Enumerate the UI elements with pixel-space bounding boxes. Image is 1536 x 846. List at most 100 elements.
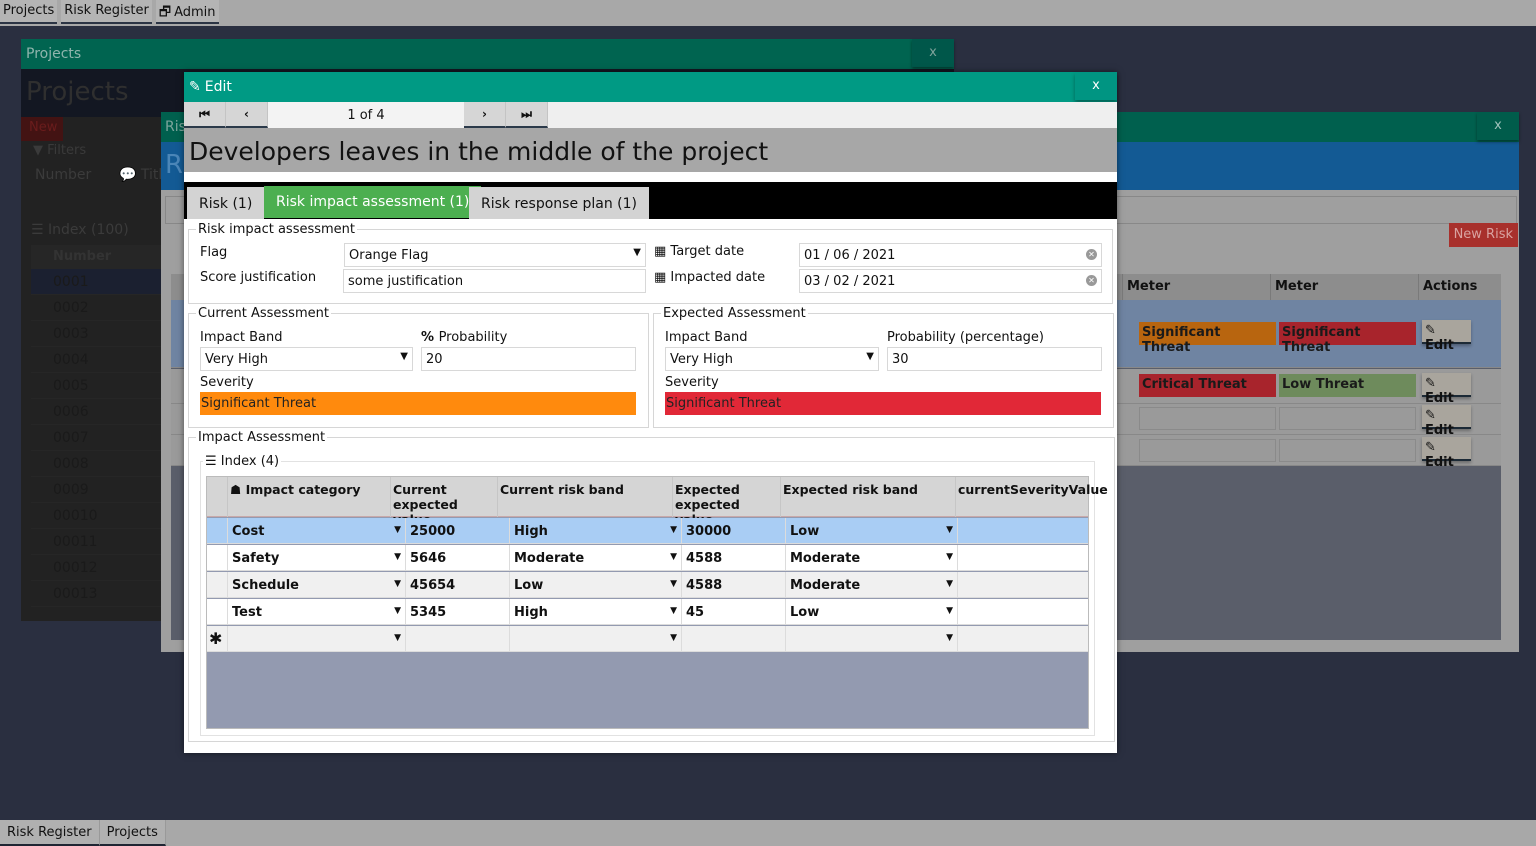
column-current-severity-value[interactable]: currentSeverityValue xyxy=(956,477,1108,517)
severity-cell[interactable] xyxy=(958,599,1088,625)
projects-window-titlebar[interactable]: Projects x xyxy=(21,39,954,69)
row-selector[interactable] xyxy=(207,572,228,598)
table-row[interactable]: 0004 xyxy=(31,347,171,373)
projects-close-button[interactable]: x xyxy=(912,39,954,67)
impact-category-cell[interactable]: Test ▼ xyxy=(228,599,406,625)
next-record-button[interactable]: › xyxy=(464,102,506,128)
expected-value-cell[interactable] xyxy=(682,626,786,652)
clear-icon[interactable]: ✕ xyxy=(1086,275,1097,286)
expected-band-cell[interactable]: ▼ xyxy=(786,626,958,652)
expected-probability-input[interactable]: 30 xyxy=(887,347,1102,371)
table-row[interactable]: 0009 xyxy=(31,477,171,503)
bottom-tab-risk-register[interactable]: Risk Register xyxy=(0,820,100,846)
caret-down-icon: ▼ xyxy=(394,525,401,535)
expected-band-cell[interactable]: Moderate ▼ xyxy=(786,572,958,598)
column-expected-expected-value[interactable]: Expected expected value xyxy=(673,477,781,527)
tab-risk[interactable]: Risk (1) xyxy=(187,187,265,219)
filters-toggle[interactable]: ▼ Filters xyxy=(33,143,86,158)
previous-record-button[interactable]: ‹ xyxy=(226,102,268,128)
tab-risk-impact-assessment[interactable]: Risk impact assessment (1) xyxy=(264,186,482,218)
impact-category-cell[interactable]: ▼ xyxy=(228,626,406,652)
column-expected-risk-band[interactable]: Expected risk band xyxy=(781,477,956,517)
table-row[interactable]: 0002 xyxy=(31,295,171,321)
expected-impact-band-select[interactable]: Very High ▼ xyxy=(665,347,879,371)
table-row[interactable]: 0008 xyxy=(31,451,171,477)
expected-band-cell[interactable]: Moderate ▼ xyxy=(786,545,958,571)
last-record-button[interactable]: ⏭ xyxy=(506,102,548,128)
severity-cell[interactable] xyxy=(958,518,1088,544)
column-impact-category[interactable]: ☗ Impact category xyxy=(228,477,391,517)
expected-value-cell[interactable]: 4588 xyxy=(682,572,786,598)
severity-cell[interactable] xyxy=(958,545,1088,571)
impact-category-cell[interactable]: Cost ▼ xyxy=(228,518,406,544)
row-selector[interactable] xyxy=(207,545,228,571)
bottom-taskbar: Risk Register Projects xyxy=(0,820,1536,846)
column-current-expected-value[interactable]: Current expected value xyxy=(391,477,498,527)
table-row[interactable]: 0007 xyxy=(31,425,171,451)
flag-select[interactable]: Orange Flag ▼ xyxy=(344,243,646,267)
edit-label: Edit xyxy=(1425,455,1454,470)
current-value-cell[interactable]: 45654 xyxy=(406,572,510,598)
expected-value-cell[interactable]: 4588 xyxy=(682,545,786,571)
edit-button[interactable]: ✎ Edit xyxy=(1422,373,1471,406)
current-band-cell[interactable]: High ▼ xyxy=(510,518,682,544)
edit-dialog-titlebar[interactable]: ✎ Edit x xyxy=(184,72,1117,102)
current-value-cell[interactable]: 5646 xyxy=(406,545,510,571)
impacted-date-input[interactable]: 03 / 02 / 2021 ✕ xyxy=(799,269,1102,293)
row-selector[interactable] xyxy=(207,518,228,544)
current-impact-band-select[interactable]: Very High ▼ xyxy=(200,347,413,371)
edit-dialog: ✎ Edit x ⏮ ‹ 1 of 4 › ⏭ Developers leaves… xyxy=(184,72,1117,753)
edit-button[interactable]: ✎ Edit xyxy=(1422,405,1471,438)
expected-value-cell[interactable]: 45 xyxy=(682,599,786,625)
expected-value-cell[interactable]: 30000 xyxy=(682,518,786,544)
table-row[interactable]: Safety ▼ 5646 Moderate ▼ 4588 Moderate ▼ xyxy=(207,545,1088,571)
edit-button[interactable]: ✎ Edit xyxy=(1422,437,1471,470)
table-row[interactable]: Test ▼ 5345 High ▼ 45 Low ▼ xyxy=(207,599,1088,625)
severity-cell[interactable] xyxy=(958,572,1088,598)
column-current-risk-band[interactable]: Current risk band xyxy=(498,477,673,517)
current-value-cell[interactable] xyxy=(406,626,510,652)
top-tab-admin[interactable]: 🗗 Admin xyxy=(155,0,219,24)
table-row[interactable]: 00010 xyxy=(31,503,171,529)
edit-button[interactable]: ✎ Edit xyxy=(1422,320,1471,353)
current-value-cell[interactable]: 25000 xyxy=(406,518,510,544)
current-band-cell[interactable]: High ▼ xyxy=(510,599,682,625)
table-row[interactable]: 0005 xyxy=(31,373,171,399)
current-probability-input[interactable]: 20 xyxy=(421,347,636,371)
current-band-cell[interactable]: Moderate ▼ xyxy=(510,545,682,571)
table-row[interactable]: Cost ▼ 25000 High ▼ 30000 Low ▼ xyxy=(207,518,1088,544)
table-row[interactable]: 00012 xyxy=(31,555,171,581)
severity-cell[interactable] xyxy=(958,626,1088,652)
new-risk-button[interactable]: New Risk xyxy=(1448,223,1518,247)
table-row[interactable]: 00013 xyxy=(31,581,171,607)
clear-icon[interactable]: ✕ xyxy=(1086,249,1097,260)
table-row[interactable]: Schedule ▼ 45654 Low ▼ 4588 Moderate ▼ xyxy=(207,572,1088,598)
table-row[interactable]: 0001 xyxy=(31,269,171,295)
row-selector[interactable] xyxy=(207,599,228,625)
expected-band-cell[interactable]: Low ▼ xyxy=(786,518,958,544)
tab-risk-response-plan[interactable]: Risk response plan (1) xyxy=(469,187,650,219)
bottom-tab-projects[interactable]: Projects xyxy=(99,820,166,846)
table-row[interactable]: 00011 xyxy=(31,529,171,555)
expected-band-cell[interactable]: Low ▼ xyxy=(786,599,958,625)
top-tab-projects[interactable]: Projects xyxy=(0,0,58,24)
top-tab-risk-register[interactable]: Risk Register xyxy=(61,0,152,24)
score-justification-input[interactable]: some justification xyxy=(343,269,646,293)
impact-category-cell[interactable]: Safety ▼ xyxy=(228,545,406,571)
impact-category-cell[interactable]: Schedule ▼ xyxy=(228,572,406,598)
current-band-cell[interactable]: Low ▼ xyxy=(510,572,682,598)
column-current-meter[interactable]: Meter xyxy=(1123,274,1271,300)
edit-close-button[interactable]: x xyxy=(1075,72,1117,100)
table-row[interactable]: 0003 xyxy=(31,321,171,347)
risk-close-button[interactable]: x xyxy=(1477,112,1519,140)
column-expected-meter[interactable]: Meter xyxy=(1271,274,1419,300)
new-project-button[interactable]: New xyxy=(21,117,63,141)
column-number[interactable]: Number xyxy=(31,245,171,269)
table-row[interactable]: 0006 xyxy=(31,399,171,425)
new-row[interactable]: ✱ ▼ ▼ ▼ xyxy=(207,626,1088,652)
cell-value: Low xyxy=(790,524,820,539)
target-date-input[interactable]: 01 / 06 / 2021 ✕ xyxy=(799,243,1102,267)
current-value-cell[interactable]: 5345 xyxy=(406,599,510,625)
first-record-button[interactable]: ⏮ xyxy=(184,102,226,128)
current-band-cell[interactable]: ▼ xyxy=(510,626,682,652)
